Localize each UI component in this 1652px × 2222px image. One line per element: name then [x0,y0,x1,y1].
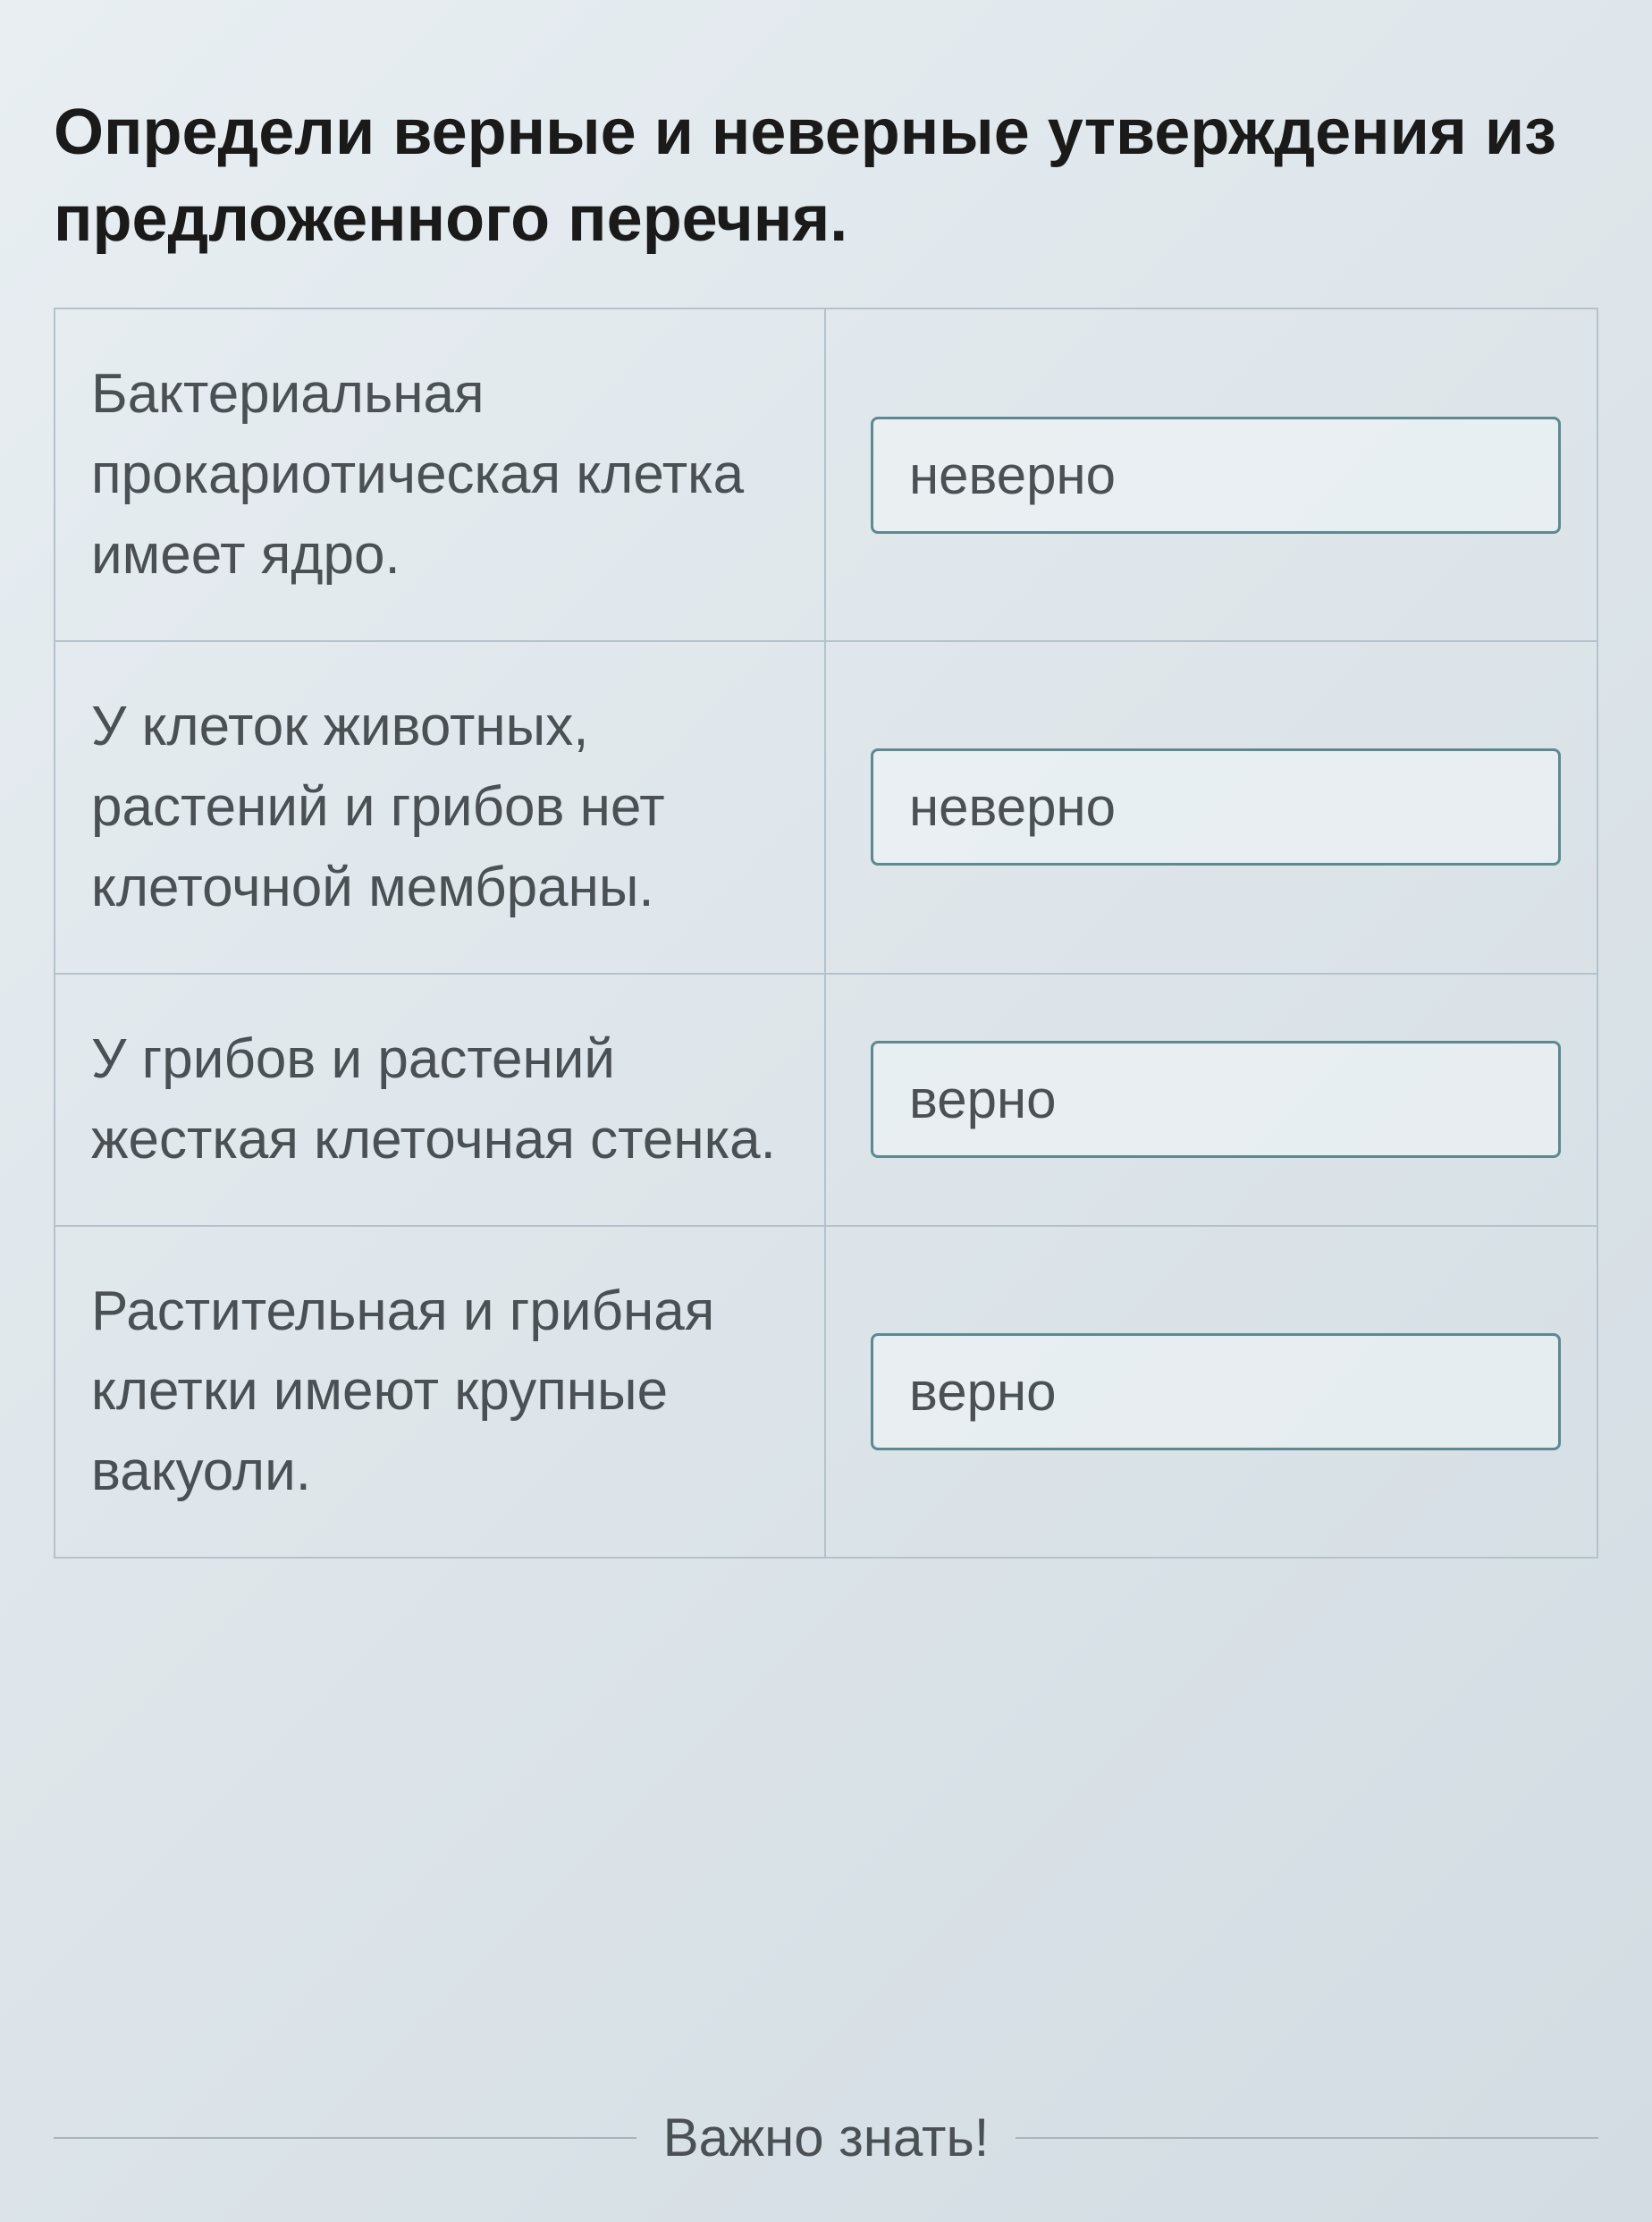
divider-line [1016,2137,1598,2139]
statement-text: У грибов и растений жесткая клеточная ст… [91,1019,788,1180]
statement-text: У клеток животных, растений и грибов нет… [91,687,788,928]
statement-text: Растительная и грибная клетки имеют круп… [91,1272,788,1513]
statement-cell: У клеток животных, растений и грибов нет… [55,642,826,973]
answer-cell: верно [826,975,1597,1225]
table-row: У клеток животных, растений и грибов нет… [55,642,1597,975]
divider-line [54,2137,636,2139]
answer-select[interactable]: верно [871,1041,1561,1158]
answer-select[interactable]: неверно [871,417,1561,534]
statement-text: Бактериальная прокариотическая клетка им… [91,354,788,596]
question-title: Определи верные и неверные утверждения и… [54,89,1598,263]
footer-label: Важно знать! [663,2107,990,2168]
answer-cell: неверно [826,642,1597,973]
statement-cell: Растительная и грибная клетки имеют круп… [55,1227,826,1558]
table-row: Растительная и грибная клетки имеют круп… [55,1227,1597,1558]
footer-section: Важно знать! [0,2107,1652,2168]
statement-cell: Бактериальная прокариотическая клетка им… [55,309,826,640]
quiz-table: Бактериальная прокариотическая клетка им… [54,308,1598,1559]
answer-select[interactable]: верно [871,1333,1561,1450]
statement-cell: У грибов и растений жесткая клеточная ст… [55,975,826,1225]
answer-cell: неверно [826,309,1597,640]
table-row: У грибов и растений жесткая клеточная ст… [55,975,1597,1227]
answer-select[interactable]: неверно [871,748,1561,866]
table-row: Бактериальная прокариотическая клетка им… [55,309,1597,642]
answer-cell: верно [826,1227,1597,1558]
